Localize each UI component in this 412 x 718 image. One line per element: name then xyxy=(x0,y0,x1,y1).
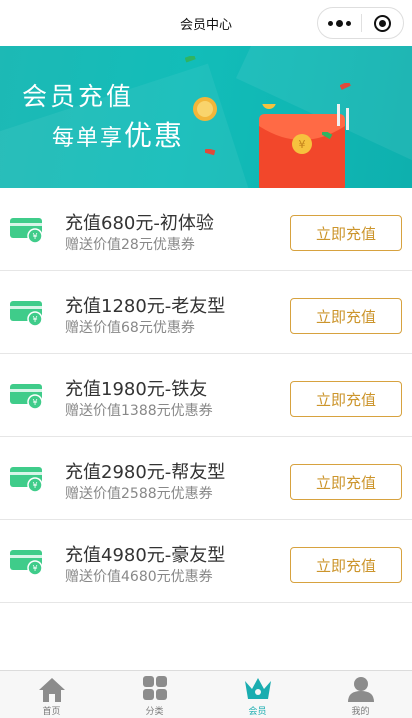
navigation-bar: 会员中心 xyxy=(0,0,412,46)
package-title: 充值1280元-老友型 xyxy=(65,296,226,317)
dot-icon xyxy=(336,19,343,27)
bottom-tab-bar: 首页 分类 会员 我的 xyxy=(0,670,412,718)
promo-banner[interactable]: 会员充值 每单享优惠 ¥ xyxy=(0,46,412,188)
banner-subtitle-emphasis: 优惠 xyxy=(124,119,185,152)
tab-label: 分类 xyxy=(145,707,164,717)
mini-program-capsule xyxy=(317,7,404,39)
package-title: 充值680元-初体验 xyxy=(65,213,214,234)
tab-mine[interactable]: 我的 xyxy=(309,671,412,718)
svg-text:¥: ¥ xyxy=(32,232,37,241)
package-description: 赠送价值4680元优惠券 xyxy=(65,569,213,585)
confetti-icon xyxy=(322,132,333,140)
tab-category[interactable]: 分类 xyxy=(103,671,206,718)
more-options-button[interactable] xyxy=(318,8,361,38)
tab-label: 我的 xyxy=(351,707,370,717)
home-icon xyxy=(38,678,65,702)
package-title: 充值2980元-帮友型 xyxy=(65,462,226,483)
list-item: ¥ 充值680元-初体验 赠送价值28元优惠券 立即充值 xyxy=(0,188,412,271)
confetti-icon xyxy=(340,83,351,90)
card-coin-icon: ¥ xyxy=(10,550,43,576)
list-item: ¥ 充值1980元-铁友 赠送价值1388元优惠券 立即充值 xyxy=(0,354,412,437)
close-mini-program-button[interactable] xyxy=(362,8,403,38)
crown-icon xyxy=(244,678,271,699)
package-title: 充值1980元-铁友 xyxy=(65,379,208,400)
package-title: 充值4980元-豪友型 xyxy=(65,545,226,566)
banner-title: 会员充值 xyxy=(22,82,135,111)
card-coin-icon: ¥ xyxy=(10,467,43,493)
recharge-button[interactable]: 立即充值 xyxy=(290,298,402,334)
user-icon xyxy=(347,677,374,702)
banner-subtitle-prefix: 每单享 xyxy=(52,126,125,151)
list-item: ¥ 充值1280元-老友型 赠送价值68元优惠券 立即充值 xyxy=(0,271,412,354)
gold-coin-icon xyxy=(193,97,217,121)
target-close-icon xyxy=(374,14,391,32)
svg-text:¥: ¥ xyxy=(299,138,306,151)
list-item: ¥ 充值2980元-帮友型 赠送价值2588元优惠券 立即充值 xyxy=(0,437,412,520)
dot-icon xyxy=(346,20,351,26)
package-description: 赠送价值28元优惠券 xyxy=(65,237,195,253)
list-item: ¥ 充值4980元-豪友型 赠送价值4680元优惠券 立即充值 xyxy=(0,520,412,603)
banner-subtitle: 每单享优惠 xyxy=(52,114,184,154)
card-coin-icon: ¥ xyxy=(10,384,43,410)
tab-label: 会员 xyxy=(248,707,267,717)
recharge-button[interactable]: 立即充值 xyxy=(290,381,402,417)
tab-home[interactable]: 首页 xyxy=(0,671,103,718)
package-description: 赠送价值1388元优惠券 xyxy=(65,403,213,419)
confetti-icon xyxy=(185,56,196,63)
package-description: 赠送价值68元优惠券 xyxy=(65,320,195,336)
dot-icon xyxy=(328,20,333,26)
tab-member[interactable]: 会员 xyxy=(206,671,309,718)
recharge-button[interactable]: 立即充值 xyxy=(290,215,402,251)
card-coin-icon: ¥ xyxy=(10,218,43,244)
page-title: 会员中心 xyxy=(179,17,232,33)
recharge-package-list: ¥ 充值680元-初体验 赠送价值28元优惠券 立即充值 ¥ 充值1280元-老… xyxy=(0,188,412,603)
category-grid-icon xyxy=(142,676,167,700)
confetti-icon xyxy=(205,149,216,156)
package-description: 赠送价值2588元优惠券 xyxy=(65,486,213,502)
svg-text:¥: ¥ xyxy=(32,481,37,490)
card-coin-icon: ¥ xyxy=(10,301,43,327)
recharge-button[interactable]: 立即充值 xyxy=(290,547,402,583)
app: 会员中心 会员充值 每单享优惠 ¥ ¥ 充值680元-初体验 赠送价值28元优惠… xyxy=(0,0,412,718)
recharge-button[interactable]: 立即充值 xyxy=(290,464,402,500)
svg-text:¥: ¥ xyxy=(32,398,37,407)
svg-text:¥: ¥ xyxy=(32,564,37,573)
svg-text:¥: ¥ xyxy=(32,315,37,324)
red-packet-illustration: ¥ xyxy=(259,104,349,188)
tab-label: 首页 xyxy=(42,707,61,717)
